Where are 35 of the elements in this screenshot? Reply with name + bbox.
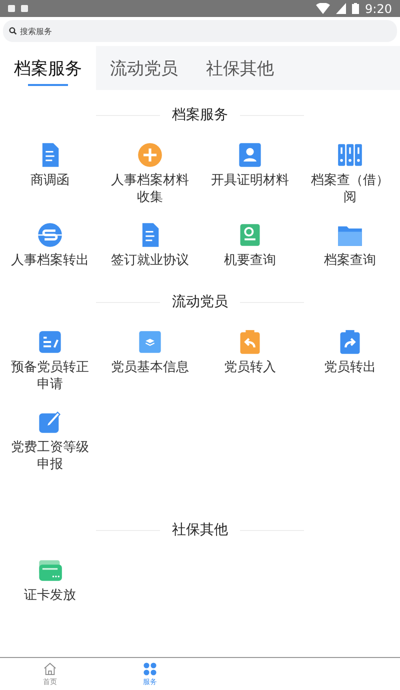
service-link[interactable]: 人事档案材料收集	[109, 172, 191, 206]
home-icon	[43, 662, 57, 676]
service-link[interactable]: 预备党员转正申请	[9, 359, 91, 393]
service-link[interactable]: 党员基本信息	[111, 359, 189, 376]
service-link[interactable]: 商调函	[30, 172, 70, 189]
tab[interactable]: 档案服务	[0, 46, 96, 90]
binders-icon	[337, 142, 363, 168]
edit-icon	[37, 409, 63, 435]
search-field[interactable]: 搜索服务	[3, 20, 397, 42]
service-link[interactable]: 档案查（借）阅	[309, 172, 391, 206]
service-link[interactable]: 签订就业协议	[111, 252, 189, 269]
clock-time: 9:20	[365, 2, 392, 16]
section-title: 流动党员	[172, 293, 228, 311]
battery-icon	[352, 3, 360, 14]
form-icon	[37, 329, 63, 355]
signal-icon	[336, 3, 346, 14]
section-title: 档案服务	[172, 106, 228, 124]
search-icon	[9, 27, 17, 35]
service-link[interactable]: 开具证明材料	[211, 172, 289, 189]
tab[interactable]: 流动党员	[96, 46, 192, 90]
person-card-icon	[237, 142, 263, 168]
service-link[interactable]: 党员转出	[324, 359, 376, 376]
service-link[interactable]: 党员转入	[224, 359, 276, 376]
service-link[interactable]: 证卡发放	[24, 587, 76, 604]
tab[interactable]: 社保其他	[192, 46, 288, 90]
transfer-icon	[37, 222, 63, 248]
service-link[interactable]: 档案查询	[324, 252, 376, 269]
section-title: 社保其他	[172, 521, 228, 539]
service-link[interactable]: 党费工资等级申报	[9, 439, 91, 473]
wifi-icon	[316, 3, 330, 14]
service-link[interactable]: 机要查询	[224, 252, 276, 269]
grid-icon	[143, 662, 157, 676]
plus-icon	[137, 142, 163, 168]
service-link[interactable]: 人事档案转出	[11, 252, 89, 269]
layers-icon	[137, 329, 163, 355]
